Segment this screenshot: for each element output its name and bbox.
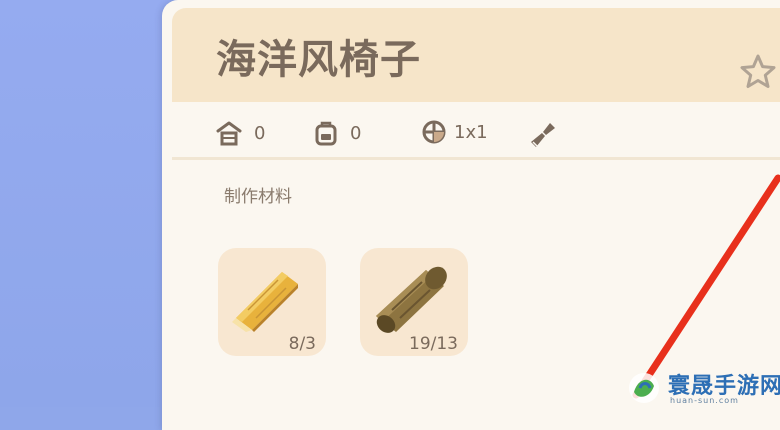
size-value: 1x1 [454, 121, 488, 143]
backpack-stat: 0 [314, 120, 361, 146]
materials-label: 制作材料 [224, 187, 292, 207]
section-divider [172, 157, 780, 160]
size-grid-icon [422, 120, 446, 144]
lumber-icon [232, 272, 298, 332]
storage-stat: 0 [216, 120, 265, 146]
hardwood-log-icon [376, 266, 447, 333]
customize-stat [528, 120, 558, 150]
storage-icon [216, 121, 242, 146]
material-slot-lumber[interactable]: 8/3 [218, 248, 326, 356]
storage-count: 0 [254, 122, 266, 144]
item-header: 海洋风椅子 [172, 8, 780, 102]
backpack-count: 0 [350, 122, 362, 144]
item-stats-row: 0 0 1x1 [172, 102, 780, 158]
watermark-subtext: huan-sun.com [670, 396, 739, 405]
item-detail-panel: 海洋风椅子 0 0 1x1 制作材料 8/3 19/13 [162, 0, 780, 430]
favorite-star-icon[interactable] [738, 52, 778, 92]
watermark: 寰晟手游网 huan-sun.com [626, 368, 780, 408]
backpack-icon [315, 121, 337, 146]
game-background [0, 0, 170, 407]
item-title: 海洋风椅子 [216, 37, 421, 83]
size-stat: 1x1 [422, 120, 488, 144]
material-slot-hardwood[interactable]: 19/13 [360, 248, 468, 356]
watermark-logo-icon [629, 373, 659, 403]
paint-brush-icon[interactable] [528, 120, 558, 150]
hardwood-count: 19/13 [409, 334, 458, 354]
lumber-count: 8/3 [288, 334, 316, 354]
